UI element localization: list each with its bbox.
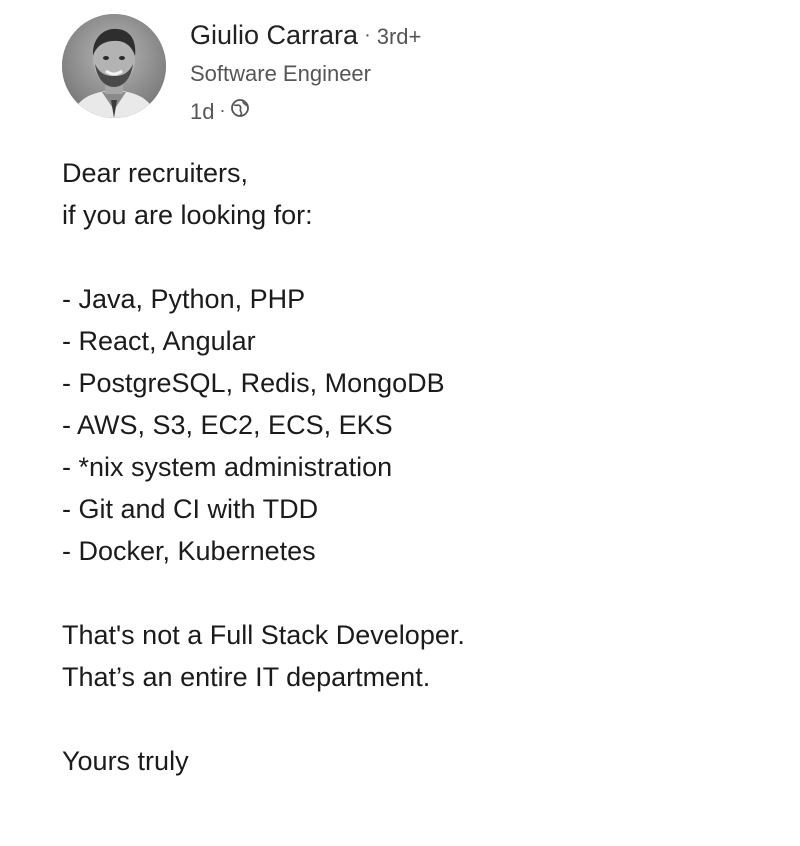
skill-item: - Java, Python, PHP bbox=[62, 284, 306, 314]
conclusion-line: That's not a Full Stack Developer. bbox=[62, 620, 465, 650]
skill-item: - *nix system administration bbox=[62, 452, 393, 482]
skill-item: - React, Angular bbox=[62, 326, 256, 356]
post-age: 1d bbox=[190, 99, 215, 124]
author-name[interactable]: Giulio Carrara bbox=[190, 20, 358, 50]
post-header: Giulio Carrara · 3rd+ Software Engineer 1d… bbox=[62, 14, 762, 126]
greeting-line: Dear recruiters, bbox=[62, 158, 249, 188]
skill-item: - Docker, Kubernetes bbox=[62, 536, 316, 566]
intro-line: if you are looking for: bbox=[62, 200, 313, 230]
author-name-row: Giulio Carrara · 3rd+ bbox=[190, 18, 421, 55]
author-avatar[interactable] bbox=[62, 14, 166, 118]
linkedin-post: Giulio Carrara · 3rd+ Software Engineer 1d… bbox=[0, 0, 800, 846]
conclusion-line: That’s an entire IT department. bbox=[62, 662, 431, 692]
skill-item: - Git and CI with TDD bbox=[62, 494, 319, 524]
separator-dot: · bbox=[364, 24, 371, 46]
separator-dot: · bbox=[219, 100, 226, 120]
post-body: Dear recruiters, if you are looking for:… bbox=[62, 152, 762, 782]
globe-icon bbox=[230, 97, 250, 125]
skill-item: - AWS, S3, EC2, ECS, EKS bbox=[62, 410, 393, 440]
post-meta: 1d · bbox=[190, 98, 250, 127]
skill-item: - PostgreSQL, Redis, MongoDB bbox=[62, 368, 445, 398]
author-headline: Software Engineer bbox=[190, 61, 371, 86]
avatar-photo bbox=[62, 14, 166, 118]
connection-degree: 3rd+ bbox=[376, 24, 422, 49]
signoff-line: Yours truly bbox=[62, 746, 189, 776]
